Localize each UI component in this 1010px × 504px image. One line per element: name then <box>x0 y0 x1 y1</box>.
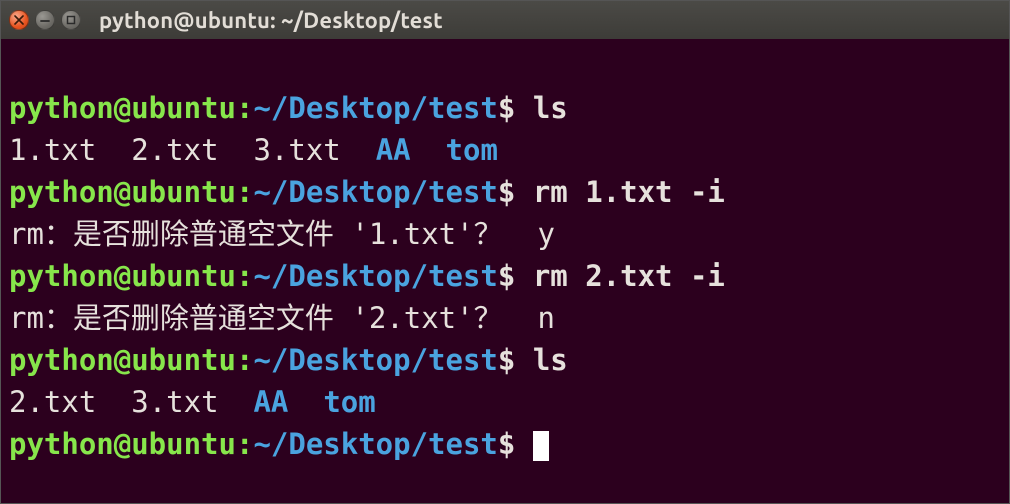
titlebar[interactable]: python@ubuntu: ~/Desktop/test <box>1 1 1009 39</box>
terminal-window: python@ubuntu: ~/Desktop/test python@ubu… <box>0 0 1010 504</box>
rm-answer-1: y <box>538 217 555 251</box>
ls-file: 2.txt <box>9 385 96 419</box>
prompt-path: ~/Desktop/test <box>253 175 497 209</box>
prompt-path: ~/Desktop/test <box>253 343 497 377</box>
prompt-symbol: $ <box>498 259 515 293</box>
cmd-ls-1: ls <box>533 91 568 125</box>
prompt-sep: : <box>236 343 253 377</box>
ls-file: 2.txt <box>131 133 218 167</box>
rm-confirm-2: rm：是否删除普通空文件 '2.txt'？ <box>9 301 520 335</box>
ls-file: 1.txt <box>9 133 96 167</box>
prompt-user: python@ubuntu <box>9 259 236 293</box>
ls-dir: AA <box>253 385 288 419</box>
prompt-sep: : <box>236 175 253 209</box>
rm-confirm-1: rm：是否删除普通空文件 '1.txt'？ <box>9 217 520 251</box>
prompt-sep: : <box>236 427 253 461</box>
maximize-icon[interactable] <box>61 10 81 30</box>
ls-dir: AA <box>376 133 411 167</box>
minimize-icon[interactable] <box>35 10 55 30</box>
ls-file: 3.txt <box>253 133 340 167</box>
prompt-symbol: $ <box>498 91 515 125</box>
prompt-symbol: $ <box>498 427 515 461</box>
prompt-sep: : <box>236 91 253 125</box>
prompt-user: python@ubuntu <box>9 91 236 125</box>
prompt-path: ~/Desktop/test <box>253 427 497 461</box>
cmd-rm-1: rm 1.txt -i <box>533 175 725 209</box>
ls-file: 3.txt <box>131 385 218 419</box>
prompt-path: ~/Desktop/test <box>253 91 497 125</box>
cmd-rm-2: rm 2.txt -i <box>533 259 725 293</box>
ls-dir: tom <box>446 133 498 167</box>
ls-dir: tom <box>323 385 375 419</box>
prompt-user: python@ubuntu <box>9 427 236 461</box>
close-icon[interactable] <box>9 10 29 30</box>
prompt-symbol: $ <box>498 175 515 209</box>
window-title: python@ubuntu: ~/Desktop/test <box>99 8 443 33</box>
rm-answer-2: n <box>538 301 555 335</box>
prompt-symbol: $ <box>498 343 515 377</box>
prompt-user: python@ubuntu <box>9 343 236 377</box>
terminal-body[interactable]: python@ubuntu:~/Desktop/test$ ls 1.txt 2… <box>1 39 1009 504</box>
cursor <box>533 431 549 461</box>
prompt-path: ~/Desktop/test <box>253 259 497 293</box>
prompt-sep: : <box>236 259 253 293</box>
prompt-user: python@ubuntu <box>9 175 236 209</box>
cmd-ls-2: ls <box>533 343 568 377</box>
